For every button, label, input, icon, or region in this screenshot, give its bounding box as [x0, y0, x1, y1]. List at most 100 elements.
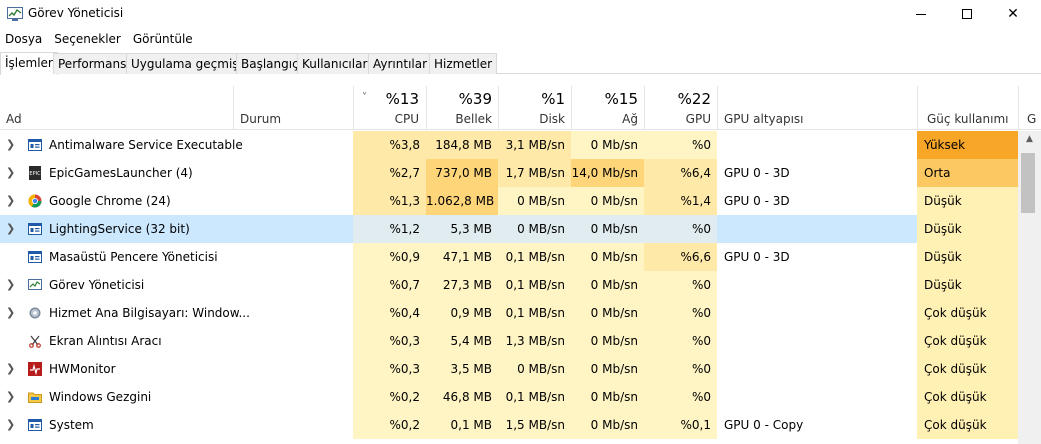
window-title: Görev Yöneticisi	[28, 6, 124, 20]
process-status	[233, 327, 353, 355]
process-row[interactable]: ❯ Windows Gezgini %0,2 46,8 MB 0,1 MB/sn 0 Mb…	[0, 383, 1018, 411]
process-power-usage: Düşük	[917, 271, 1018, 299]
process-gpu: %6,6	[644, 243, 717, 271]
process-row[interactable]: ❯ HWMonitor %0,3 3,5 MB 0 MB/sn 0 Mb/sn %0 Çok …	[0, 355, 1018, 383]
process-disk: 0,1 MB/sn	[498, 271, 571, 299]
process-row[interactable]: ❯ System %0,2 0,1 MB 1,5 MB/sn 0 Mb/sn %0,1 GPU…	[0, 411, 1018, 439]
minimize-icon	[916, 13, 926, 15]
process-disk: 0 MB/sn	[498, 215, 571, 243]
tab-services[interactable]: Hizmetler	[429, 53, 498, 74]
expand-chevron-icon[interactable]: ❯	[6, 306, 15, 319]
process-status	[233, 299, 353, 327]
process-name-cell[interactable]: ❯ EPIC EpicGamesLauncher (4)	[0, 159, 233, 187]
column-divider[interactable]	[917, 86, 918, 130]
column-name[interactable]: Ad	[6, 112, 22, 126]
expand-chevron-icon[interactable]: ❯	[6, 222, 15, 235]
process-status	[233, 187, 353, 215]
expand-chevron-icon[interactable]: ❯	[6, 390, 15, 403]
expand-chevron-icon[interactable]: ❯	[6, 166, 15, 179]
process-network: 0 Mb/sn	[571, 327, 644, 355]
scroll-up-arrow-icon[interactable]: ▲	[1018, 131, 1041, 148]
process-gpu: %1,4	[644, 187, 717, 215]
task-manager-icon	[7, 7, 23, 21]
close-button[interactable]: ✕	[990, 0, 1036, 28]
vertical-scrollbar[interactable]: ▲	[1018, 131, 1041, 444]
tab-app-history[interactable]: Uygulama geçmişi	[126, 53, 247, 74]
tab-performance[interactable]: Performans	[53, 53, 132, 74]
process-row[interactable]: Ekran Alıntısı Aracı %0,3 5,4 MB 1,3 MB/sn 0…	[0, 327, 1018, 355]
process-gpu: %0,1	[644, 411, 717, 439]
menu-options[interactable]: Seçenekler	[48, 28, 127, 50]
process-cpu: %1,2	[353, 215, 426, 243]
process-gpu-engine	[717, 299, 917, 327]
process-row[interactable]: ❯ Antimalware Service Executable %3,8 184,8…	[0, 131, 1018, 159]
service-window-icon	[28, 222, 42, 236]
process-name: Google Chrome (24)	[49, 194, 171, 208]
process-power-usage: Düşük	[917, 187, 1018, 215]
expand-chevron-icon[interactable]: ❯	[6, 138, 15, 151]
column-divider[interactable]	[1018, 86, 1019, 130]
process-network: 0 Mb/sn	[571, 271, 644, 299]
column-divider[interactable]	[233, 86, 234, 130]
process-name-cell[interactable]: ❯ Windows Gezgini	[0, 383, 233, 411]
tab-details[interactable]: Ayrıntılar	[368, 53, 433, 74]
process-name: LightingService (32 bit)	[49, 222, 190, 236]
process-cpu: %0,4	[353, 299, 426, 327]
process-name: Antimalware Service Executable	[49, 138, 243, 152]
process-row[interactable]: Masaüstü Pencere Yöneticisi %0,9 47,1 MB 0,…	[0, 243, 1018, 271]
network-total: %15	[604, 90, 638, 108]
expand-chevron-icon[interactable]: ❯	[6, 278, 15, 291]
tab-users[interactable]: Kullanıcılar	[297, 53, 373, 74]
process-memory: 5,3 MB	[426, 215, 498, 243]
process-gpu-engine	[717, 271, 917, 299]
column-gpu-engine[interactable]: GPU altyapısı	[724, 112, 804, 126]
process-status	[233, 243, 353, 271]
process-name-cell[interactable]: ❯ Hizmet Ana Bilgisayarı: Window...	[0, 299, 250, 327]
process-name-cell[interactable]: ❯ LightingService (32 bit)	[0, 215, 233, 243]
column-power-trend[interactable]: G	[1027, 112, 1036, 126]
process-name-cell[interactable]: ❯ Antimalware Service Executable	[0, 131, 243, 159]
process-cpu: %0,7	[353, 271, 426, 299]
menu-view[interactable]: Görüntüle	[127, 28, 199, 50]
process-name-cell[interactable]: ❯ Görev Yöneticisi	[0, 271, 233, 299]
disk-label: Disk	[539, 112, 565, 126]
process-status	[233, 159, 353, 187]
menu-file[interactable]: Dosya	[0, 28, 48, 50]
expand-chevron-icon[interactable]: ❯	[6, 194, 15, 207]
column-divider[interactable]	[717, 86, 718, 130]
process-memory: 47,1 MB	[426, 243, 498, 271]
process-name-cell[interactable]: ❯ HWMonitor	[0, 355, 233, 383]
process-power-usage: Çok düşük	[917, 327, 1018, 355]
process-status	[233, 355, 353, 383]
process-row[interactable]: ❯ Hizmet Ana Bilgisayarı: Window... %0,4 0,…	[0, 299, 1018, 327]
process-name-cell[interactable]: ❯ System	[0, 411, 233, 439]
process-power-usage: Düşük	[917, 215, 1018, 243]
maximize-button[interactable]	[944, 0, 990, 28]
gear-icon	[28, 306, 42, 320]
process-row[interactable]: ❯ Google Chrome (24) %1,3 1.062,8 MB 0 MB/sn…	[0, 187, 1018, 215]
process-gpu-engine	[717, 131, 917, 159]
process-name-cell[interactable]: ❯ Google Chrome (24)	[0, 187, 233, 215]
column-power-usage[interactable]: Güç kullanımı	[927, 112, 1009, 126]
cpu-total: %13	[385, 90, 419, 108]
process-gpu-engine: GPU 0 - 3D	[724, 194, 790, 208]
minimize-button[interactable]	[898, 0, 944, 28]
tab-startup[interactable]: Başlangıç	[236, 53, 304, 74]
process-name-cell[interactable]: Ekran Alıntısı Aracı	[0, 327, 233, 355]
tab-processes[interactable]: İşlemler	[0, 52, 58, 75]
process-name-cell[interactable]: Masaüstü Pencere Yöneticisi	[0, 243, 233, 271]
scroll-thumb[interactable]	[1021, 153, 1035, 213]
process-network: 0 Mb/sn	[571, 187, 644, 215]
process-disk: 1,5 MB/sn	[498, 411, 571, 439]
process-power-usage: Yüksek	[917, 131, 1018, 159]
process-row[interactable]: ❯ Görev Yöneticisi %0,7 27,3 MB 0,1 MB/sn 0 M…	[0, 271, 1018, 299]
process-cpu: %3,8	[353, 131, 426, 159]
expand-chevron-icon[interactable]: ❯	[6, 418, 15, 431]
process-row[interactable]: ❯ LightingService (32 bit) %1,2 5,3 MB 0 MB/…	[0, 215, 1018, 243]
process-disk: 0,1 MB/sn	[498, 243, 571, 271]
column-status[interactable]: Durum	[240, 112, 281, 126]
process-row[interactable]: ❯ EPIC EpicGamesLauncher (4) %2,7 737,0 MB 1,…	[0, 159, 1018, 187]
folder-icon	[28, 390, 42, 404]
process-memory: 5,4 MB	[426, 327, 498, 355]
expand-chevron-icon[interactable]: ❯	[6, 362, 15, 375]
